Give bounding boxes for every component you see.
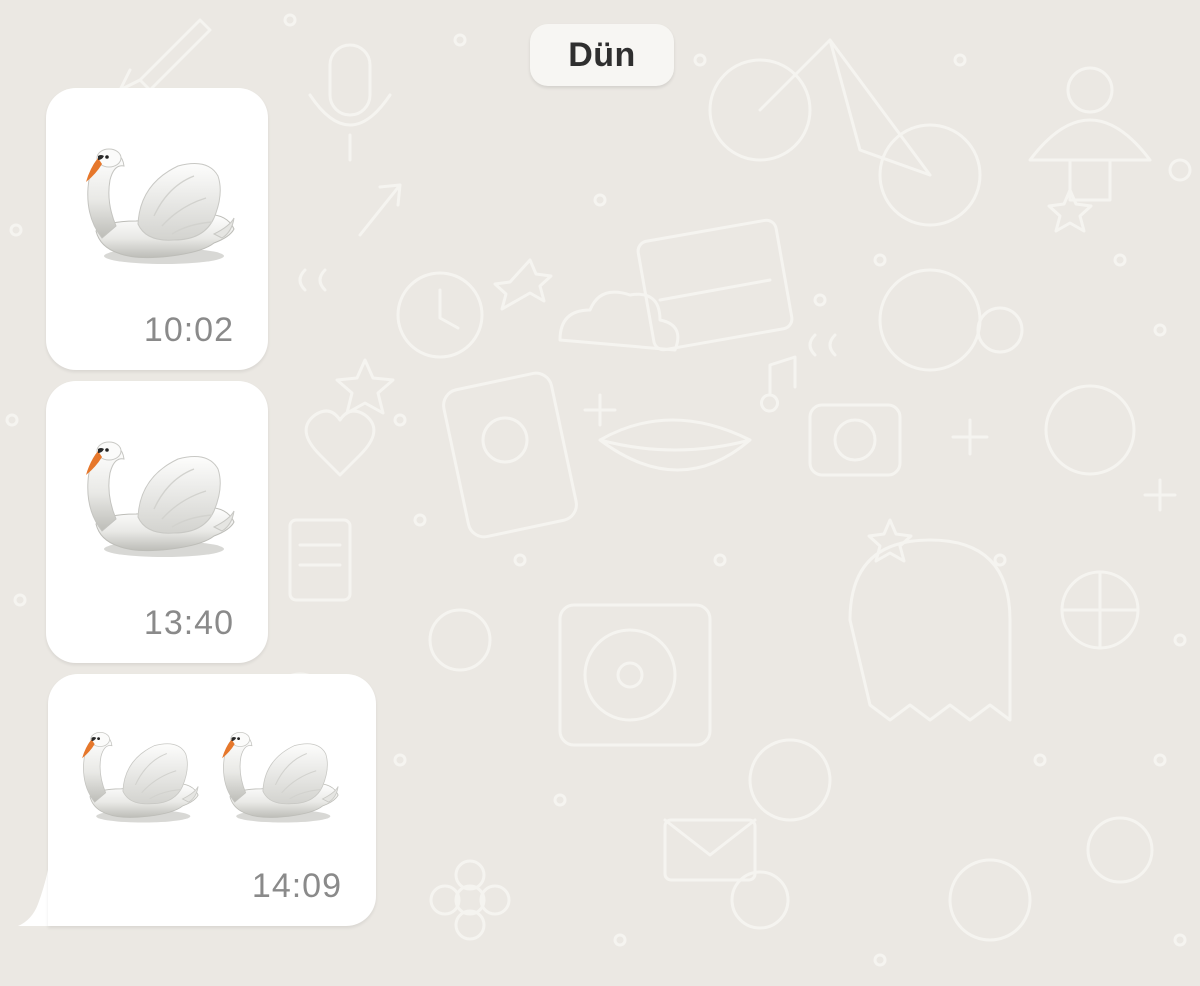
message-bubble[interactable]: 13:40 — [46, 381, 268, 663]
swan-emoji — [214, 730, 340, 828]
message-bubble[interactable]: 14:09 — [48, 674, 376, 926]
message-timestamp: 13:40 — [143, 604, 234, 642]
message-bubble[interactable]: 10:02 — [46, 88, 268, 370]
swan-emoji — [76, 439, 236, 564]
message-timestamp: 14:09 — [251, 867, 342, 905]
swan-emoji — [76, 146, 236, 271]
date-separator: Dün — [530, 24, 674, 86]
message-timestamp: 10:02 — [143, 311, 234, 349]
swan-emoji — [74, 730, 200, 828]
